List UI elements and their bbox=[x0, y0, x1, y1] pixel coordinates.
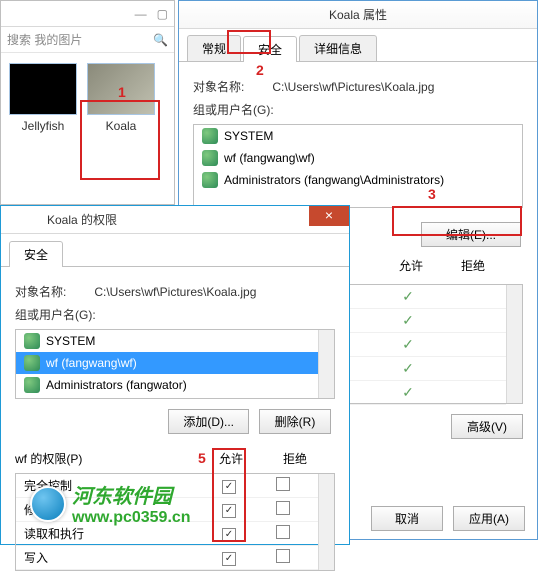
properties-titlebar: Koala 属性 bbox=[179, 1, 537, 29]
deny-checkbox[interactable] bbox=[276, 477, 290, 491]
allow-header: 允许 bbox=[399, 257, 423, 274]
search-icon[interactable]: 🔍 bbox=[153, 33, 168, 47]
explorer-toolbar: — ▢ bbox=[1, 1, 174, 27]
deny-header: 拒绝 bbox=[283, 450, 307, 467]
user-label: Administrators (fangwang\Administrators) bbox=[224, 173, 444, 187]
watermark-url: www.pc0359.cn bbox=[72, 509, 191, 527]
perm-users-list[interactable]: SYSTEM wf (fangwang\wf) Administrators (… bbox=[15, 329, 335, 399]
deny-checkbox[interactable] bbox=[276, 549, 290, 563]
user-label: Administrators (fangwator) bbox=[46, 378, 187, 392]
user-item-selected[interactable]: wf (fangwang\wf) bbox=[16, 352, 318, 374]
properties-title: Koala 属性 bbox=[185, 6, 531, 23]
user-label: SYSTEM bbox=[224, 129, 273, 143]
maximize-icon[interactable]: ▢ bbox=[157, 7, 168, 21]
user-item[interactable]: Administrators (fangwator) bbox=[16, 374, 318, 396]
explorer-window: — ▢ 搜索 我的图片 🔍 Jellyfish Koala bbox=[0, 0, 175, 205]
permissions-titlebar: Koala 的权限 × bbox=[1, 206, 349, 234]
thumbnail-row: Jellyfish Koala bbox=[1, 53, 174, 143]
user-icon bbox=[202, 172, 218, 188]
user-icon bbox=[24, 333, 40, 349]
allow-checkbox[interactable]: ✓ bbox=[222, 528, 236, 542]
apply-button[interactable]: 应用(A) bbox=[453, 506, 525, 531]
deny-checkbox[interactable] bbox=[276, 501, 290, 515]
object-name-label: 对象名称: bbox=[193, 78, 244, 95]
user-icon bbox=[24, 355, 40, 371]
tab-security[interactable]: 安全 bbox=[243, 36, 297, 62]
object-name-label: 对象名称: bbox=[15, 283, 66, 300]
explorer-search[interactable]: 搜索 我的图片 🔍 bbox=[1, 27, 174, 53]
user-item[interactable]: Administrators (fangwang\Administrators) bbox=[194, 169, 522, 191]
edit-button[interactable]: 编辑(E)... bbox=[421, 222, 521, 247]
minimize-icon[interactable]: — bbox=[135, 7, 147, 21]
user-label: wf (fangwang\wf) bbox=[46, 356, 137, 370]
user-item[interactable]: SYSTEM bbox=[194, 125, 522, 147]
deny-header: 拒绝 bbox=[461, 257, 485, 274]
cancel-button[interactable]: 取消 bbox=[371, 506, 443, 531]
thumb-caption: Jellyfish bbox=[7, 119, 79, 133]
perm-name: 写入 bbox=[24, 549, 202, 566]
group-users-list[interactable]: SYSTEM wf (fangwang\wf) Administrators (… bbox=[193, 124, 523, 208]
scrollbar[interactable] bbox=[506, 285, 522, 403]
user-item[interactable]: SYSTEM bbox=[16, 330, 318, 352]
search-placeholder: 搜索 我的图片 bbox=[7, 31, 82, 48]
perm-row: 写入 ✓ bbox=[16, 546, 318, 570]
perm-name: 读取和执行 bbox=[24, 525, 202, 542]
remove-button[interactable]: 删除(R) bbox=[259, 409, 331, 434]
watermark-brand: 河东软件园 bbox=[72, 480, 191, 509]
thumb-image bbox=[87, 63, 155, 115]
user-label: wf (fangwang\wf) bbox=[224, 151, 315, 165]
thumb-caption: Koala bbox=[85, 119, 157, 133]
watermark-logo-icon bbox=[30, 486, 66, 522]
deny-checkbox[interactable] bbox=[276, 525, 290, 539]
properties-tabs: 常规 安全 详细信息 bbox=[179, 29, 537, 62]
group-users-label: 组或用户名(G): bbox=[193, 101, 274, 118]
tab-details[interactable]: 详细信息 bbox=[299, 35, 377, 61]
allow-header: 允许 bbox=[219, 450, 243, 467]
watermark: 河东软件园 www.pc0359.cn bbox=[30, 480, 191, 527]
tab-general[interactable]: 常规 bbox=[187, 35, 241, 61]
tab-security-perm[interactable]: 安全 bbox=[9, 241, 63, 267]
advanced-button[interactable]: 高级(V) bbox=[451, 414, 523, 439]
user-icon bbox=[202, 128, 218, 144]
object-name-value: C:\Users\wf\Pictures\Koala.jpg bbox=[272, 80, 434, 94]
allow-checkbox[interactable]: ✓ bbox=[222, 504, 236, 518]
scrollbar[interactable] bbox=[318, 330, 334, 398]
user-icon bbox=[202, 150, 218, 166]
allow-checkbox[interactable]: ✓ bbox=[222, 552, 236, 566]
user-icon bbox=[24, 377, 40, 393]
group-users-label: 组或用户名(G): bbox=[15, 306, 96, 323]
scrollbar[interactable] bbox=[318, 474, 334, 570]
close-icon[interactable]: × bbox=[309, 206, 349, 226]
allow-checkbox[interactable]: ✓ bbox=[222, 480, 236, 494]
user-label: SYSTEM bbox=[46, 334, 95, 348]
thumb-koala[interactable]: Koala bbox=[85, 63, 157, 133]
user-item[interactable]: wf (fangwang\wf) bbox=[194, 147, 522, 169]
permissions-title: Koala 的权限 bbox=[7, 211, 343, 228]
perm-for-label: wf 的权限(P) bbox=[15, 450, 82, 467]
object-name-value: C:\Users\wf\Pictures\Koala.jpg bbox=[94, 285, 256, 299]
thumb-image bbox=[9, 63, 77, 115]
thumb-jellyfish[interactable]: Jellyfish bbox=[7, 63, 79, 133]
add-button[interactable]: 添加(D)... bbox=[168, 409, 249, 434]
